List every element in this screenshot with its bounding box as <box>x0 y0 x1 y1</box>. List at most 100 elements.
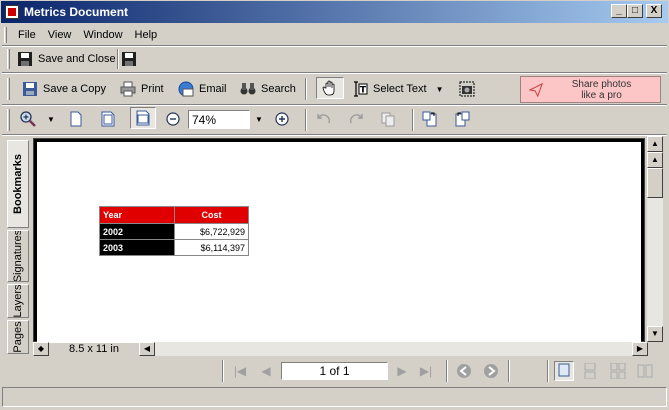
zoom-tool-dropdown-icon[interactable]: ▼ <box>47 115 55 124</box>
magnifier-zoom-icon <box>20 111 36 127</box>
metrics-table: Year Cost 2002 $6,722,929 2003 $6,114,39… <box>99 206 249 256</box>
scroll-right-button[interactable]: ▶ <box>632 342 648 356</box>
next-view-button[interactable] <box>483 363 499 379</box>
zoom-out-icon <box>166 112 180 126</box>
share-photos-banner[interactable]: Share photos like a pro <box>520 76 661 103</box>
tab-pages[interactable]: Pages <box>7 320 29 354</box>
email-button[interactable]: Email <box>178 78 227 100</box>
camera-icon <box>459 81 475 97</box>
horizontal-split-handle[interactable]: ◆ <box>33 342 49 356</box>
copy-button[interactable] <box>380 108 401 130</box>
text-cursor-icon: T <box>354 81 368 97</box>
zoom-in-button[interactable] <box>274 108 295 130</box>
page-number-field[interactable]: 1 of 1 <box>281 362 388 380</box>
maximize-button[interactable]: □ <box>627 4 643 18</box>
scroll-left-button[interactable]: ◀ <box>139 342 155 356</box>
rotate-right-icon <box>349 114 363 124</box>
facing-page-icon <box>637 364 653 378</box>
zoom-dropdown-button[interactable]: ▼ <box>255 108 263 130</box>
menu-file[interactable]: File <box>12 29 42 41</box>
print-button[interactable]: Print <box>120 78 164 100</box>
nav-separator <box>222 360 224 382</box>
app-icon <box>5 5 19 19</box>
page-actual-size-icon <box>70 111 82 127</box>
email-globe-icon <box>178 81 194 97</box>
continuous-facing-view-button[interactable] <box>610 362 626 380</box>
email-label: Email <box>199 83 227 95</box>
scroll-page-up-button[interactable]: ▲ <box>647 136 663 152</box>
close-button[interactable]: X <box>646 4 662 18</box>
continuous-view-button[interactable] <box>582 362 598 380</box>
search-button[interactable]: Search <box>240 78 296 100</box>
rotate-left-button[interactable] <box>316 108 337 130</box>
header-cost: Cost <box>174 206 249 224</box>
last-page-button[interactable]: ▶| <box>418 363 434 379</box>
paper-plane-icon <box>529 82 543 97</box>
next-page-button[interactable]: ▶ <box>394 363 410 379</box>
fit-page-button[interactable] <box>100 108 121 130</box>
minimize-button[interactable]: _ <box>611 4 627 18</box>
savebar-separator <box>117 49 119 69</box>
horizontal-scroll-track[interactable] <box>155 342 632 356</box>
select-text-button[interactable]: T Select Text ▼ <box>352 78 444 100</box>
snapshot-button[interactable] <box>459 78 480 100</box>
scroll-down-button[interactable]: ▼ <box>647 326 663 342</box>
select-text-label: Select Text <box>373 83 427 95</box>
zoombar-grip <box>7 109 10 131</box>
printer-icon <box>120 81 136 97</box>
continuous-page-icon <box>584 362 596 380</box>
zoombar-separator <box>305 109 307 131</box>
floppy-disk-icon <box>18 52 32 66</box>
zoom-in-icon <box>275 112 289 126</box>
tab-pages-label: Pages <box>12 321 24 353</box>
facing-view-button[interactable] <box>637 363 653 379</box>
page-fit-width-icon <box>136 110 150 126</box>
toolbar-divider <box>2 104 667 106</box>
menu-bar: File View Window Help <box>12 26 163 44</box>
rotate-right-button[interactable] <box>348 108 369 130</box>
document-page: Year Cost 2002 $6,722,929 2003 $6,114,39… <box>37 142 641 343</box>
zoom-tool-button[interactable]: ▼ <box>20 108 55 130</box>
header-year: Year <box>99 206 175 224</box>
tab-signatures[interactable]: Signatures <box>7 230 29 282</box>
zoom-level-input[interactable] <box>188 110 250 129</box>
scroll-up-button[interactable]: ▲ <box>647 152 663 168</box>
tab-layers[interactable]: Layers <box>7 284 29 318</box>
document-view[interactable]: Year Cost 2002 $6,722,929 2003 $6,114,39… <box>33 138 645 343</box>
table-row: 2002 $6,722,929 <box>99 223 249 240</box>
share-line-2: like a pro <box>581 89 622 101</box>
menubar-divider <box>2 45 667 47</box>
actual-size-button[interactable] <box>68 108 89 130</box>
search-label: Search <box>261 83 296 95</box>
single-page-view-button[interactable] <box>554 361 574 381</box>
vertical-scroll-thumb[interactable] <box>647 168 663 198</box>
first-page-button[interactable]: |◀ <box>232 363 248 379</box>
svg-text:T: T <box>360 86 367 96</box>
zoom-out-button[interactable] <box>165 108 186 130</box>
insert-page-icon <box>422 111 437 127</box>
zoombar-divider <box>2 134 667 136</box>
share-photos-text: Share photos like a pro <box>543 79 660 101</box>
fit-width-button[interactable] <box>130 107 156 129</box>
save-a-copy-button[interactable]: Save a Copy <box>22 78 106 100</box>
previous-page-icon: ◀ <box>261 364 271 378</box>
status-bar <box>2 387 667 407</box>
previous-page-button[interactable]: ◀ <box>258 363 274 379</box>
zoombar-separator-2 <box>412 109 414 131</box>
cell-cost: $6,114,397 <box>174 239 249 256</box>
previous-view-button[interactable] <box>456 363 472 379</box>
print-label: Print <box>141 83 164 95</box>
menu-window[interactable]: Window <box>77 29 128 41</box>
menu-help[interactable]: Help <box>129 29 164 41</box>
save-button[interactable] <box>121 48 142 70</box>
hand-tool-button[interactable] <box>316 77 344 99</box>
extract-page-icon <box>455 111 470 127</box>
tab-bookmarks[interactable]: Bookmarks <box>7 140 29 228</box>
save-and-close-button[interactable]: Save and Close <box>17 48 116 70</box>
select-text-dropdown-icon[interactable]: ▼ <box>436 85 444 94</box>
nav-separator-3 <box>508 360 510 382</box>
insert-page-button[interactable] <box>422 108 443 130</box>
extract-page-button[interactable] <box>454 108 475 130</box>
menu-view[interactable]: View <box>42 29 78 41</box>
savebar-grip <box>7 49 10 69</box>
